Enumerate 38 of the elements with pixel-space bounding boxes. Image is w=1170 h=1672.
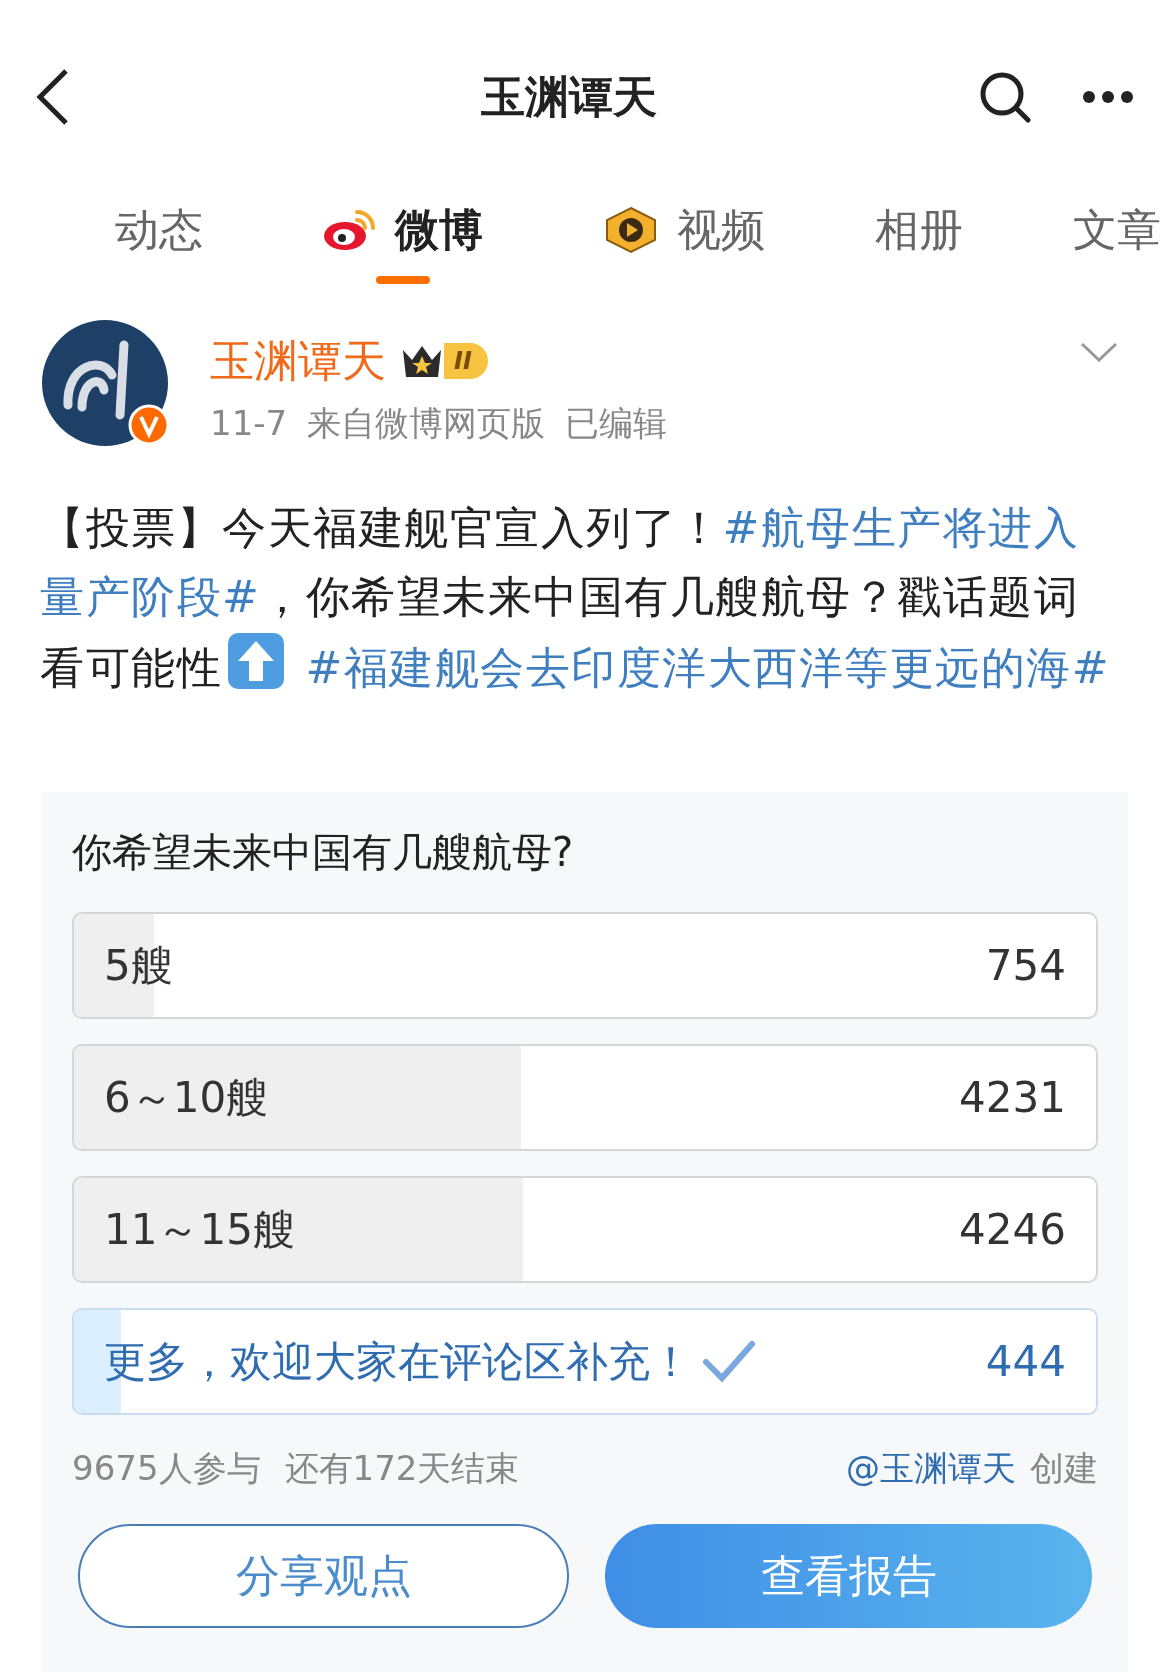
poll-option[interactable]: 11～15艘 4246 [72, 1176, 1098, 1283]
profile-tab[interactable]: 动态 [115, 190, 203, 286]
option-label: 更多，欢迎大家在评论区补充！ [104, 1336, 692, 1388]
profile-tab[interactable]: 相册 [875, 190, 963, 286]
profile-tab[interactable]: 视频 [603, 190, 765, 286]
check-icon [702, 1339, 756, 1384]
created-label: 创建 [1030, 1447, 1098, 1490]
option-label: 6～10艘 [104, 1072, 269, 1124]
creator-link[interactable]: @玉渊谭天 [846, 1443, 1016, 1494]
post-meta-text: 11-7 [210, 402, 288, 445]
poll-option[interactable]: 5艘 754 [72, 912, 1098, 1019]
option-count: 754 [985, 940, 1066, 992]
option-count: 4246 [959, 1204, 1066, 1256]
profile-tab[interactable]: 文章 [1073, 190, 1161, 286]
share-opinion-button[interactable]: 分享观点 [78, 1524, 569, 1628]
member-badge: II [444, 343, 488, 379]
participants-count: 9675人参与 [72, 1447, 261, 1490]
profile-tab[interactable]: 微博 [323, 190, 483, 286]
option-label: 11～15艘 [104, 1204, 295, 1256]
back-icon[interactable] [36, 67, 70, 127]
author-name[interactable]: 玉渊谭天 [210, 328, 386, 394]
video-badge-icon [603, 206, 659, 254]
active-tab-indicator [376, 276, 430, 284]
post-meta-text: 已编辑 [565, 402, 668, 445]
weibo-logo-icon [323, 208, 377, 252]
option-label: 5艘 [104, 940, 173, 992]
poll-question: 你希望未来中国有几艘航母? [72, 828, 575, 877]
page-title: 玉渊谭天 [481, 70, 657, 124]
search-icon[interactable] [978, 70, 1032, 124]
chevron-down-icon[interactable] [1080, 342, 1118, 362]
poll-option[interactable]: 6～10艘 4231 [72, 1044, 1098, 1151]
poll-option[interactable]: 更多，欢迎大家在评论区补充！ 444 [72, 1308, 1098, 1415]
time-remaining: 还有172天结束 [284, 1447, 520, 1490]
more-icon[interactable] [1082, 90, 1134, 104]
post-text: 【投票】今天福建舰官宣入列了！#航母生产将进入量产阶段#，你希望未来中国有几艘航母？戳话题词看可能性 #福建舰会去印度洋大西洋等更远的海# [39, 501, 1112, 695]
post-meta-text: 来自微博网页版 [307, 402, 546, 445]
option-count: 444 [985, 1336, 1066, 1388]
option-count: 4231 [959, 1072, 1066, 1124]
